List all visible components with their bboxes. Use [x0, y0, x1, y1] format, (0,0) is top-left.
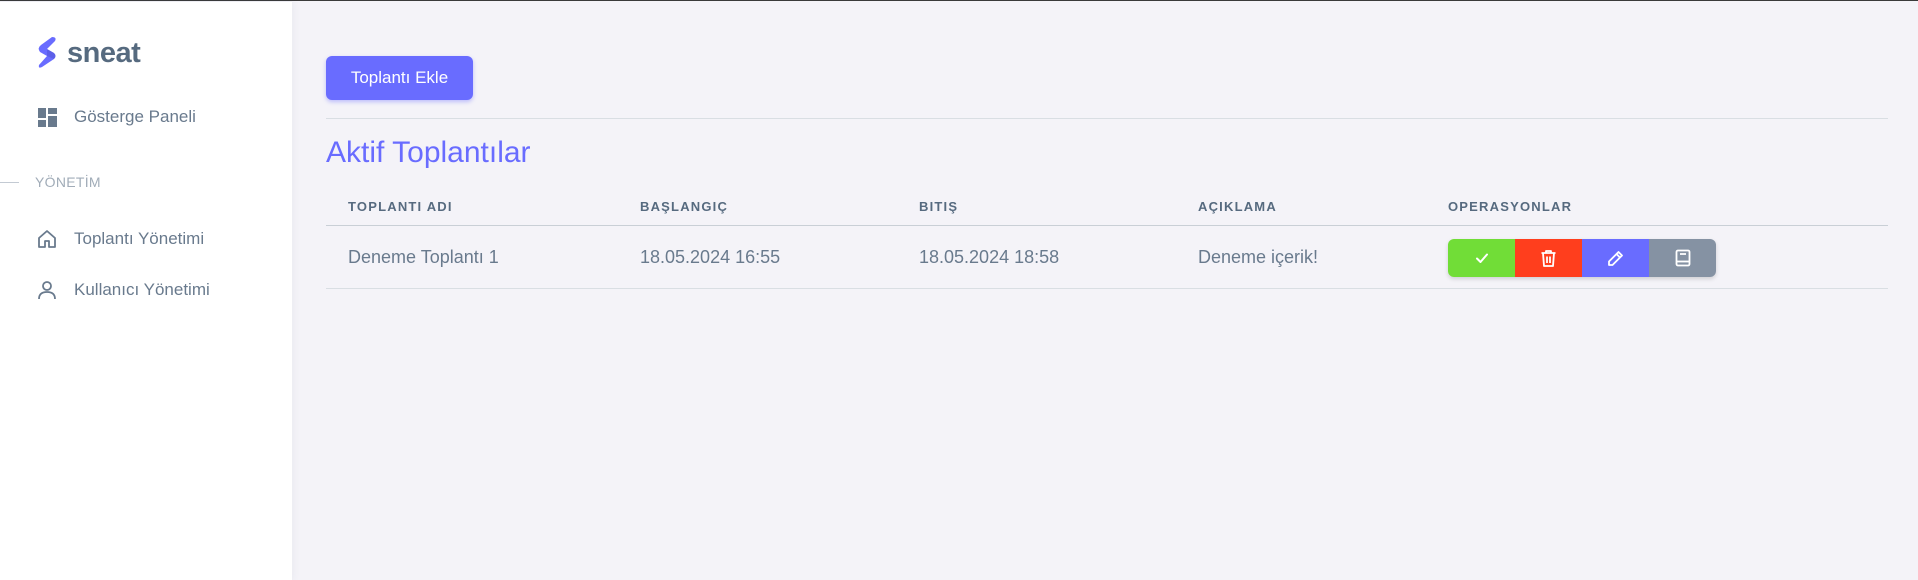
check-icon: [1475, 253, 1488, 263]
column-header-end: BITIŞ: [919, 199, 959, 214]
cell-end-date: 18.05.2024 18:58: [919, 247, 1060, 267]
sidebar-item-label: Gösterge Paneli: [74, 107, 196, 126]
main-content: Toplantı Ekle Aktif Toplantılar TOPLANTI…: [326, 2, 1888, 580]
page-title: Aktif Toplantılar: [326, 136, 531, 169]
sidebar-item-user-management[interactable]: Kullanıcı Yönetimi: [36, 279, 210, 301]
column-header-operations: OPERASYONLAR: [1448, 199, 1573, 214]
sidebar-item-meeting-management[interactable]: Toplantı Yönetimi: [36, 228, 204, 250]
delete-button[interactable]: [1515, 239, 1582, 277]
section-header-label: YÖNETİM: [35, 174, 101, 190]
sidebar-item-label: Toplantı Yönetimi: [74, 229, 205, 248]
column-header-name: TOPLANTI ADI: [348, 199, 453, 214]
add-meeting-button[interactable]: Toplantı Ekle: [326, 56, 473, 100]
menu-section-header: YÖNETİM: [0, 174, 101, 190]
cell-meeting-name: Deneme Toplantı 1: [348, 247, 499, 267]
cell-start-date: 18.05.2024 16:55: [640, 247, 781, 267]
trash-icon: [1541, 250, 1556, 267]
home-icon: [36, 228, 58, 250]
column-header-start: BAŞLANGIÇ: [640, 199, 729, 214]
sidebar-item-label: Kullanıcı Yönetimi: [74, 280, 210, 299]
approve-button[interactable]: [1448, 239, 1515, 277]
pencil-icon: [1608, 250, 1623, 266]
cell-description: Deneme içerik!: [1198, 247, 1319, 267]
divider: [326, 118, 1888, 119]
details-button[interactable]: [1649, 239, 1716, 277]
table-row-divider: [326, 288, 1888, 289]
edit-button[interactable]: [1582, 239, 1649, 277]
sidebar: sneat Gösterge Paneli YÖNETİM Toplantı Y…: [0, 2, 292, 580]
user-icon: [36, 279, 58, 301]
brand[interactable]: sneat: [35, 35, 141, 71]
section-divider: [0, 181, 19, 183]
sneat-logo-icon: [38, 37, 56, 68]
book-icon: [1675, 249, 1690, 267]
brand-name: sneat: [67, 36, 141, 69]
dashboard-icon: [36, 106, 58, 128]
operations-button-group: [1448, 239, 1716, 277]
table-header-divider: [326, 225, 1888, 226]
column-header-description: AÇIKLAMA: [1198, 199, 1277, 214]
sidebar-item-dashboard[interactable]: Gösterge Paneli: [36, 106, 196, 128]
